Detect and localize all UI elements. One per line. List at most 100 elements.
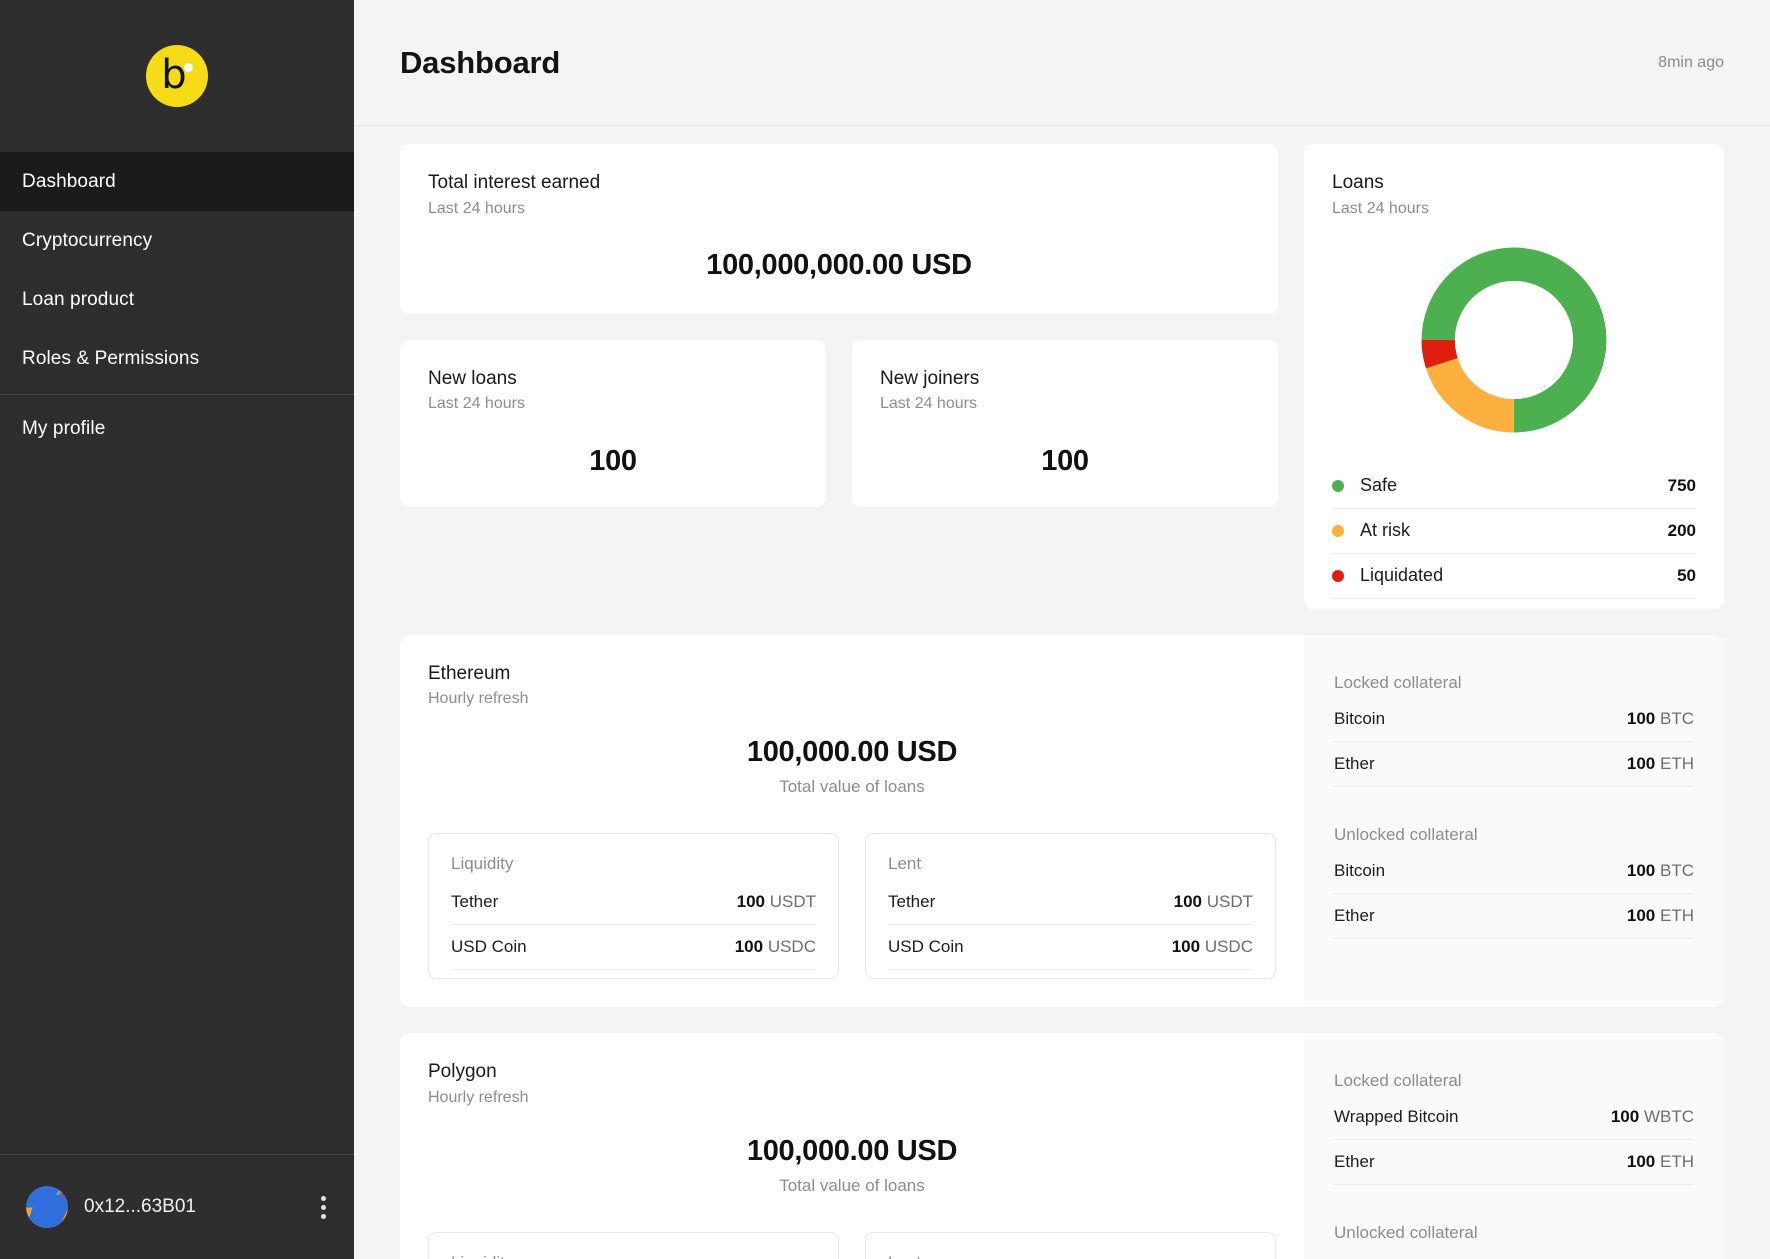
loans-donut-chart bbox=[1332, 240, 1696, 440]
logo-letter: b bbox=[161, 51, 187, 98]
locked-collateral-title: Locked collateral bbox=[1334, 1071, 1462, 1091]
asset-name: Tether bbox=[451, 892, 499, 912]
card-subtitle: Last 24 hours bbox=[428, 199, 525, 217]
new-joiners-value: 100 bbox=[1041, 445, 1089, 478]
lent-title: Lent bbox=[888, 1253, 1253, 1259]
total-interest-card: Total interest earned Last 24 hours 100,… bbox=[400, 144, 1278, 314]
chain-collateral-polygon: Locked collateral Wrapped Bitcoin 100 WBTC… bbox=[1304, 1033, 1724, 1259]
asset-name: Bitcoin bbox=[1334, 860, 1386, 880]
sidebar-item-label: Cryptocurrency bbox=[22, 229, 153, 251]
asset-name: USD Coin bbox=[888, 937, 964, 957]
card-title: Total interest earned bbox=[428, 172, 601, 193]
loans-card: Loans Last 24 hours Safe 750 At risk 200 Liq… bbox=[1304, 144, 1724, 609]
page-title: Dashboard bbox=[400, 44, 561, 80]
unlocked-collateral-block: Unlocked collateral Bitcoin 100 BTC Ether 10… bbox=[1334, 825, 1694, 939]
sidebar-item-label: Dashboard bbox=[22, 170, 116, 192]
sidebar: b Dashboard Cryptocurrency Loan product … bbox=[0, 0, 354, 1259]
chain-total: 100,000.00 USD Total value of loans bbox=[428, 736, 1276, 797]
legend-row: At risk 200 bbox=[1332, 509, 1696, 554]
lent-row: USD Coin 100 USDC bbox=[888, 925, 1253, 971]
wallet-address: 0x12...63B01 bbox=[84, 1196, 196, 1217]
chain-total-value: 100,000.00 USD bbox=[746, 1134, 958, 1167]
donut-svg bbox=[1421, 247, 1607, 433]
unlocked-collateral-row: Ether 100 ETH bbox=[1334, 894, 1694, 939]
chain-name: Polygon bbox=[428, 1061, 497, 1083]
chain-total-label: Total value of loans bbox=[779, 1175, 925, 1195]
liquidity-card: Liquidity Tether 100 USDT USD Coin 100 USDC bbox=[428, 833, 839, 980]
asset-amount: 100 BTC bbox=[1626, 708, 1694, 728]
chain-card-polygon: Polygon Hourly refresh 100,000.00 USD Total… bbox=[400, 1033, 1724, 1259]
chain-total-label: Total value of loans bbox=[779, 777, 925, 797]
asset-name: Ether bbox=[1334, 1152, 1375, 1172]
more-options-icon[interactable] bbox=[315, 1190, 332, 1225]
sidebar-item-dashboard[interactable]: Dashboard bbox=[0, 152, 354, 211]
liquidity-title: Liquidity bbox=[451, 854, 514, 874]
wallet-profile[interactable]: 0x12...63B01 bbox=[0, 1155, 354, 1259]
legend-row: Liquidated 50 bbox=[1332, 554, 1696, 599]
sidebar-item-loan-product[interactable]: Loan product bbox=[0, 270, 354, 329]
sidebar-item-roles-permissions[interactable]: Roles & Permissions bbox=[0, 329, 354, 388]
card-title: New joiners bbox=[880, 367, 980, 389]
chain-refresh-label: Hourly refresh bbox=[428, 690, 529, 708]
asset-name: USD Coin bbox=[451, 937, 527, 957]
card-title: New loans bbox=[428, 367, 517, 389]
total-interest-value: 100,000,000.00 USD bbox=[706, 248, 972, 281]
liquidity-card: LiquidityTether100 USDT bbox=[428, 1231, 839, 1259]
locked-collateral-block: Locked collateral Wrapped Bitcoin 100 WBTC… bbox=[1334, 1071, 1694, 1186]
kebab-dot bbox=[321, 1195, 326, 1201]
secondary-nav: My profile bbox=[0, 395, 354, 458]
dashboard-body: Total interest earned Last 24 hours 100,… bbox=[354, 126, 1770, 1259]
unlocked-collateral-title: Unlocked collateral bbox=[1334, 824, 1478, 844]
app-root: b Dashboard Cryptocurrency Loan product … bbox=[0, 0, 1770, 1259]
sidebar-item-cryptocurrency[interactable]: Cryptocurrency bbox=[0, 211, 354, 270]
lent-row: Tether 100 USDT bbox=[888, 880, 1253, 926]
asset-amount: 100 USDT bbox=[1173, 892, 1253, 912]
chain-main-ethereum: Ethereum Hourly refresh 100,000.00 USD Tota… bbox=[400, 635, 1304, 1008]
liquidity-row: USD Coin 100 USDC bbox=[451, 925, 816, 971]
legend-value: 50 bbox=[1677, 565, 1696, 585]
legend-label: At risk bbox=[1360, 520, 1411, 541]
logo-circle-icon: b bbox=[146, 45, 208, 107]
kebab-dot bbox=[321, 1204, 326, 1210]
summary-right-column: Loans Last 24 hours Safe 750 At risk 200 Liq… bbox=[1304, 144, 1724, 609]
asset-amount: 100 USDT bbox=[736, 892, 816, 912]
locked-collateral-row: Bitcoin 100 BTC bbox=[1334, 697, 1694, 742]
legend-value: 200 bbox=[1667, 520, 1696, 540]
asset-name: Tether bbox=[888, 892, 936, 912]
chain-sections: Ethereum Hourly refresh 100,000.00 USD Tota… bbox=[400, 634, 1724, 1259]
sidebar-item-my-profile[interactable]: My profile bbox=[0, 399, 354, 458]
liquidity-title: Liquidity bbox=[451, 1253, 816, 1259]
unlocked-collateral-row: Bitcoin 100 BTC bbox=[1334, 849, 1694, 894]
legend-color-dot-icon bbox=[1332, 569, 1344, 582]
sidebar-item-label: My profile bbox=[22, 417, 106, 439]
card-subtitle: Last 24 hours bbox=[1332, 199, 1429, 217]
locked-collateral-title: Locked collateral bbox=[1334, 672, 1462, 692]
brand-logo[interactable]: b bbox=[0, 0, 354, 152]
asset-name: Wrapped Bitcoin bbox=[1334, 1107, 1459, 1127]
kebab-dot bbox=[321, 1213, 326, 1219]
sidebar-item-label: Loan product bbox=[22, 288, 135, 310]
asset-amount: 100 ETH bbox=[1626, 905, 1694, 925]
asset-amount: 100 USDC bbox=[1171, 937, 1253, 957]
new-loans-card: New loans Last 24 hours 100 bbox=[400, 339, 826, 507]
chain-total-value: 100,000.00 USD bbox=[746, 736, 958, 769]
asset-amount: 100 ETH bbox=[1626, 753, 1694, 773]
main-content: Dashboard 8min ago Total interest earned… bbox=[354, 0, 1770, 1259]
new-loans-value: 100 bbox=[589, 445, 637, 478]
logo-dot-icon bbox=[184, 63, 193, 72]
card-subtitle: Last 24 hours bbox=[880, 395, 977, 413]
legend-color-dot-icon bbox=[1332, 479, 1344, 492]
chain-card-ethereum: Ethereum Hourly refresh 100,000.00 USD Tota… bbox=[400, 634, 1724, 1008]
chain-main-polygon: Polygon Hourly refresh 100,000.00 USD Total… bbox=[400, 1033, 1304, 1259]
legend-label: Liquidated bbox=[1360, 565, 1444, 586]
asset-amount: 100 BTC bbox=[1626, 860, 1694, 880]
lent-card: LentTether100 USDT bbox=[865, 1231, 1276, 1259]
unlocked-collateral-block: Unlocked collateral Wrapped Bitcoin100 WB… bbox=[1334, 1223, 1694, 1259]
page-header: Dashboard 8min ago bbox=[354, 0, 1770, 126]
locked-collateral-block: Locked collateral Bitcoin 100 BTC Ether 100 … bbox=[1334, 673, 1694, 787]
asset-amount: 100 ETH bbox=[1626, 1152, 1694, 1172]
unlocked-collateral-title: Unlocked collateral bbox=[1334, 1223, 1478, 1243]
legend-label: Safe bbox=[1360, 475, 1398, 496]
unlocked-collateral-row: Wrapped Bitcoin100 WBTC bbox=[1334, 1247, 1694, 1259]
